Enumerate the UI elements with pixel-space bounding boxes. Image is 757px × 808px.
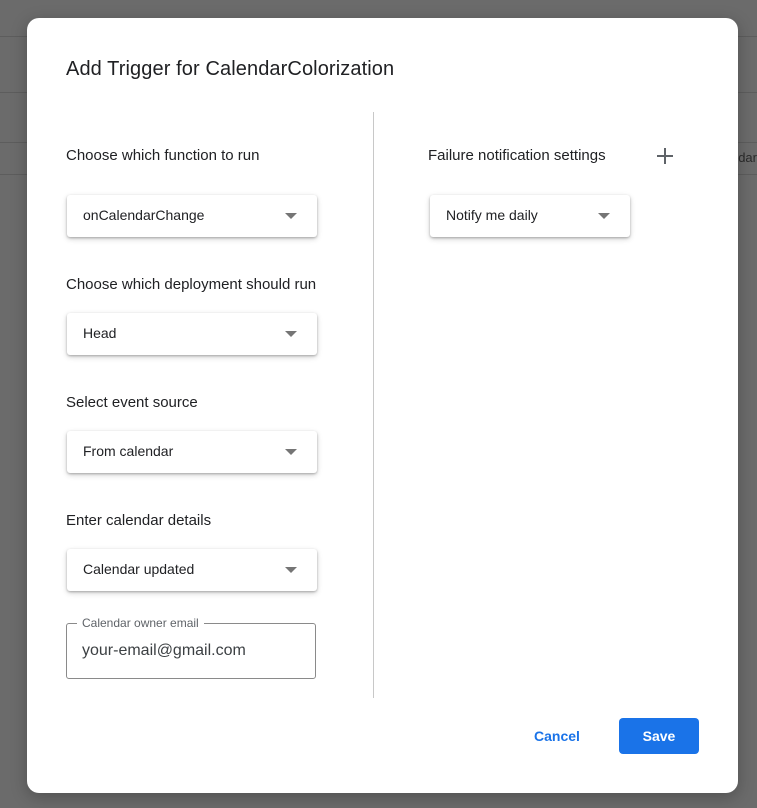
calendar-details-select-value: Calendar updated xyxy=(83,561,195,577)
save-button[interactable]: Save xyxy=(619,718,699,754)
dropdown-arrow-icon xyxy=(285,213,297,219)
event-source-label: Select event source xyxy=(66,394,198,411)
deployment-select-value: Head xyxy=(83,325,117,341)
calendar-details-label: Enter calendar details xyxy=(66,512,212,529)
event-source-select-value: From calendar xyxy=(83,443,174,459)
failure-notification-select-value: Notify me daily xyxy=(446,207,538,223)
function-label: Choose which function to run xyxy=(66,147,260,164)
dropdown-arrow-icon xyxy=(285,567,297,573)
dropdown-arrow-icon xyxy=(598,213,610,219)
dropdown-arrow-icon xyxy=(285,331,297,337)
dropdown-arrow-icon xyxy=(285,449,297,455)
plus-icon[interactable] xyxy=(657,148,673,164)
owner-email-field[interactable]: Calendar owner email xyxy=(66,616,316,679)
failure-notification-select[interactable]: Notify me daily xyxy=(430,195,630,237)
column-divider xyxy=(373,112,374,698)
function-select-value: onCalendarChange xyxy=(83,207,205,223)
owner-email-label: Calendar owner email xyxy=(77,616,204,630)
cancel-button[interactable]: Cancel xyxy=(520,718,594,754)
add-trigger-dialog: Add Trigger for CalendarColorization Cho… xyxy=(27,18,738,793)
background-partial-text: dar xyxy=(738,150,757,165)
owner-email-input[interactable] xyxy=(82,642,302,660)
event-source-select[interactable]: From calendar xyxy=(67,431,317,473)
dialog-title: Add Trigger for CalendarColorization xyxy=(66,58,395,80)
deployment-select[interactable]: Head xyxy=(67,313,317,355)
function-select[interactable]: onCalendarChange xyxy=(67,195,317,237)
deployment-label: Choose which deployment should run xyxy=(66,276,317,293)
failure-notification-label: Failure notification settings xyxy=(428,147,606,164)
calendar-details-select[interactable]: Calendar updated xyxy=(67,549,317,591)
